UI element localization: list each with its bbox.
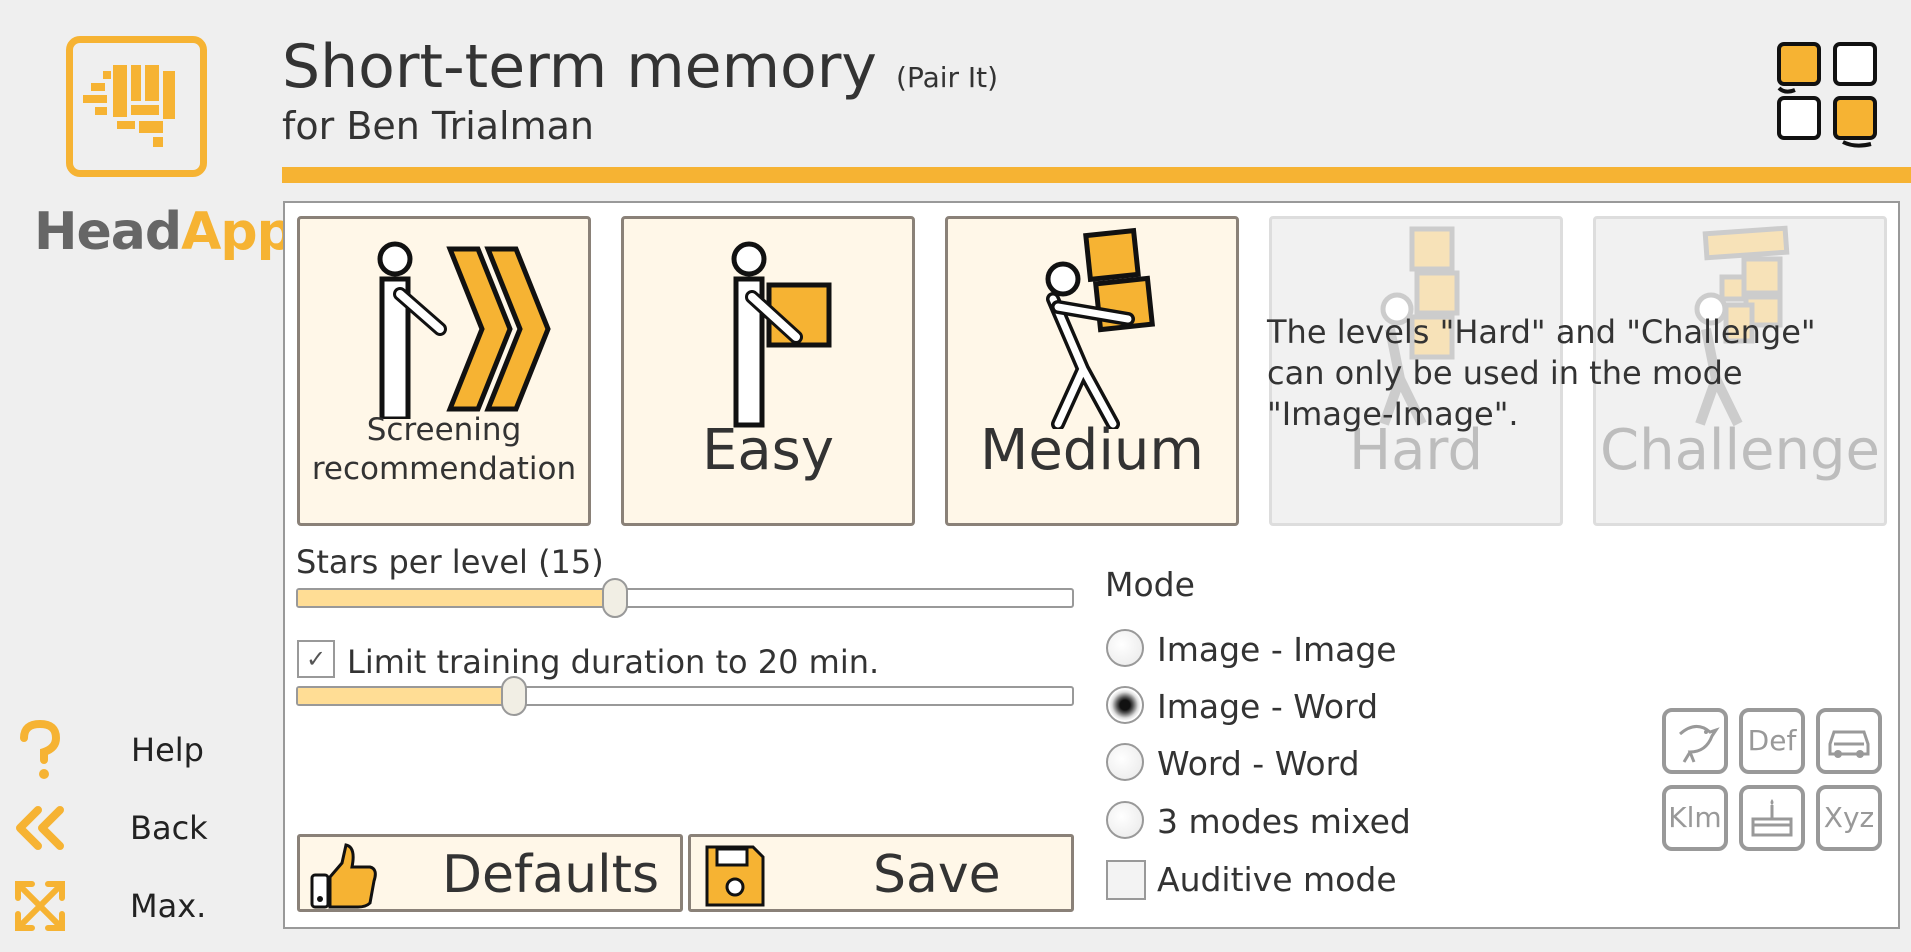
- switch-exercise-icon[interactable]: [1775, 40, 1885, 150]
- maximize-icon[interactable]: [10, 876, 70, 936]
- headapp-logo: [66, 36, 207, 177]
- auditive-mode-checkbox[interactable]: [1106, 860, 1146, 900]
- floppy-disk-icon: [705, 845, 765, 907]
- radio-image-image[interactable]: [1106, 629, 1144, 667]
- logo-text-head: Head: [34, 202, 182, 262]
- limit-duration-label: Limit training duration to 20 min.: [347, 643, 880, 681]
- help-icon[interactable]: [10, 719, 70, 780]
- radio-word-word[interactable]: [1106, 743, 1144, 781]
- help-link[interactable]: Help: [131, 731, 204, 769]
- bird-icon: [1662, 708, 1728, 774]
- level-card-easy[interactable]: Easy: [621, 216, 915, 526]
- maximize-link[interactable]: Max.: [130, 887, 206, 925]
- person-carrying-two-boxes-icon: [1045, 227, 1156, 429]
- stars-slider-thumb[interactable]: [601, 578, 628, 618]
- level-label-medium: Medium: [980, 418, 1204, 483]
- check-icon: ✓: [305, 645, 327, 673]
- stars-slider-fill: [298, 590, 616, 606]
- save-button[interactable]: Save: [688, 834, 1074, 912]
- defaults-button[interactable]: Defaults: [297, 834, 683, 912]
- duration-slider-thumb[interactable]: [500, 676, 527, 716]
- car-icon: [1816, 708, 1882, 774]
- text-symbol-klm: Klm: [1662, 785, 1728, 851]
- logo-text-app: App: [181, 202, 294, 262]
- page-subtitle: for Ben Trialman: [282, 104, 594, 148]
- option-label-word-word: Word - Word: [1157, 744, 1360, 783]
- save-button-label: Save: [873, 845, 1001, 905]
- radio-image-word[interactable]: [1106, 686, 1144, 724]
- option-label-mixed-modes: 3 modes mixed: [1157, 802, 1411, 841]
- option-label-image-image: Image - Image: [1157, 630, 1397, 669]
- level-label-screening: Screening recommendation: [311, 412, 577, 487]
- title-divider: [282, 167, 1911, 183]
- thumbs-up-icon: [310, 843, 377, 909]
- brain-pixel-icon: [83, 65, 175, 147]
- title-suffix: (Pair It): [896, 61, 999, 94]
- walking-person-arrows-icon: [377, 241, 551, 419]
- defaults-button-label: Defaults: [442, 845, 660, 905]
- option-label-image-word: Image - Word: [1157, 687, 1379, 726]
- text-symbol-def: Def: [1739, 708, 1805, 774]
- text-symbol-xyz: Xyz: [1816, 785, 1882, 851]
- auditive-mode-label: Auditive mode: [1157, 860, 1397, 899]
- person-carrying-box-icon: [731, 241, 832, 428]
- duration-slider-fill: [298, 688, 515, 704]
- back-icon[interactable]: [10, 798, 70, 858]
- limit-duration-checkbox[interactable]: ✓: [297, 640, 335, 678]
- level-label-easy: Easy: [701, 418, 834, 483]
- title-main: Short-term memory: [282, 32, 877, 102]
- page-title: Short-term memory (Pair It): [282, 32, 998, 102]
- back-link[interactable]: Back: [130, 809, 208, 847]
- duration-slider-track[interactable]: [296, 686, 1074, 706]
- level-card-medium[interactable]: Medium: [945, 216, 1239, 526]
- radio-mixed-modes[interactable]: [1106, 801, 1144, 839]
- level-restriction-note: The levels "Hard" and "Challenge" can on…: [1267, 313, 1816, 433]
- stars-slider-track[interactable]: [296, 588, 1074, 608]
- mode-heading: Mode: [1105, 565, 1195, 604]
- logo-wordmark: HeadApp: [34, 202, 294, 262]
- level-card-screening[interactable]: Screening recommendation: [297, 216, 591, 526]
- stars-per-level-label: Stars per level (15): [296, 543, 604, 581]
- cake-icon: [1739, 785, 1805, 851]
